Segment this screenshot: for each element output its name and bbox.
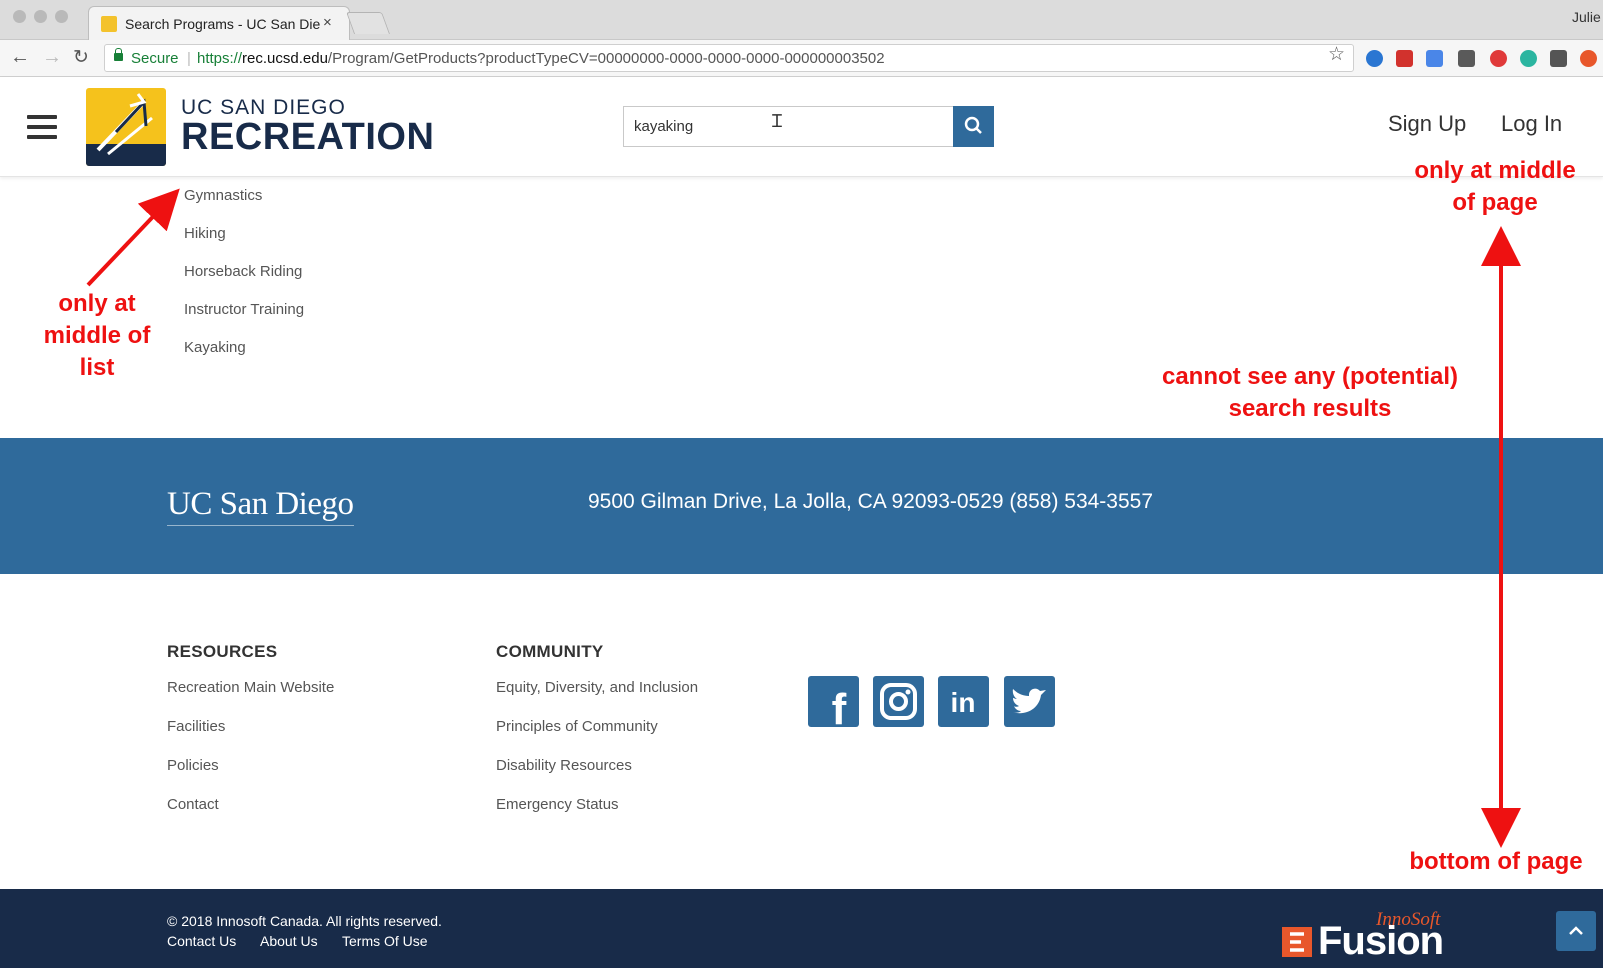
about-us-link[interactable]: About Us — [260, 933, 318, 949]
resources-heading: RESOURCES — [167, 642, 278, 661]
extension-icon[interactable] — [1490, 50, 1507, 67]
url-path: /Program/GetProducts?productTypeCV=00000… — [327, 50, 885, 67]
secure-label: Secure — [131, 50, 179, 67]
category-list: Gymnastics Hiking Horseback Riding Instr… — [184, 187, 304, 377]
reload-icon[interactable]: ↻ — [73, 46, 89, 69]
extension-icon[interactable] — [1396, 50, 1413, 67]
address-band: UC San Diego 9500 Gilman Drive, La Jolla… — [0, 438, 1603, 574]
extension-icon[interactable] — [1458, 50, 1475, 67]
instagram-icon[interactable] — [873, 676, 924, 727]
annotation-page-note: only at middle of page — [1414, 157, 1576, 216]
extension-icon[interactable] — [1366, 50, 1383, 67]
address-separator: | — [187, 50, 191, 67]
twitter-icon[interactable] — [1004, 676, 1055, 727]
recreation-logo-icon[interactable] — [86, 88, 166, 166]
footer-link[interactable]: Disability Resources — [496, 757, 632, 774]
category-item[interactable]: Hiking — [184, 225, 304, 263]
footer-link[interactable]: Policies — [167, 757, 219, 774]
hamburger-menu-icon[interactable] — [27, 115, 57, 139]
browser-window: Search Programs - UC San Die × Julie ← →… — [0, 0, 1603, 968]
search-input[interactable] — [623, 106, 953, 147]
contact-us-link[interactable]: Contact Us — [167, 933, 236, 949]
forward-arrow-icon[interactable]: → — [42, 46, 62, 69]
window-zoom-icon[interactable] — [55, 10, 68, 23]
svg-text:in: in — [951, 687, 976, 718]
copyright-text: © 2018 Innosoft Canada. All rights reser… — [167, 913, 442, 929]
category-item[interactable]: Gymnastics — [184, 187, 304, 225]
search-button[interactable] — [953, 106, 994, 147]
sign-up-link[interactable]: Sign Up — [1388, 111, 1466, 137]
facebook-icon[interactable]: f — [808, 676, 859, 734]
address-bar[interactable]: Secure | https://rec.ucsd.edu/Program/Ge… — [104, 44, 1354, 72]
uc-san-diego-wordmark[interactable]: UC San Diego — [167, 486, 354, 526]
browser-toolbar: ← → ↻ Secure | https://rec.ucsd.edu/Prog… — [0, 40, 1603, 77]
annotation-results-note: cannot see any (potential) search result… — [1161, 363, 1459, 422]
bottom-bar: © 2018 Innosoft Canada. All rights reser… — [0, 889, 1603, 968]
fusion-brand: Fusion — [1318, 919, 1444, 963]
footer-link[interactable]: Principles of Community — [496, 718, 658, 735]
ucsd-favicon-icon — [101, 16, 117, 32]
chevron-up-icon — [1569, 926, 1583, 935]
tab-close-icon[interactable]: × — [323, 14, 332, 31]
extension-icon[interactable] — [1520, 50, 1537, 67]
footer-link[interactable]: Emergency Status — [496, 796, 619, 813]
site-header: UC SAN DIEGO RECREATION Ɪ Sign Up Log In — [0, 77, 1603, 177]
footer-link[interactable]: Equity, Diversity, and Inclusion — [496, 679, 698, 696]
annotation-bottom-note: bottom of page — [1409, 848, 1583, 875]
terms-of-use-link[interactable]: Terms Of Use — [342, 933, 428, 949]
search-icon — [964, 116, 982, 134]
community-heading: COMMUNITY — [496, 642, 604, 661]
log-in-link[interactable]: Log In — [1501, 111, 1562, 137]
bookmark-star-icon[interactable]: ☆ — [1328, 43, 1345, 66]
campus-address: 9500 Gilman Drive, La Jolla, CA 92093-05… — [588, 490, 1154, 513]
back-to-top-button[interactable] — [1556, 911, 1596, 951]
lock-icon — [114, 48, 123, 61]
footer-link[interactable]: Facilities — [167, 718, 225, 735]
url-text[interactable]: https://rec.ucsd.edu/Program/GetProducts… — [197, 50, 885, 67]
extension-icon[interactable] — [1580, 50, 1597, 67]
category-item[interactable]: Kayaking — [184, 339, 304, 377]
url-host: rec.ucsd.edu — [242, 50, 328, 67]
browser-tab-strip: Search Programs - UC San Die × Julie — [0, 0, 1603, 40]
logo-title: RECREATION — [181, 116, 435, 158]
url-scheme: https:// — [197, 50, 243, 67]
tab-title: Search Programs - UC San Die — [125, 16, 321, 32]
window-minimize-icon[interactable] — [34, 10, 47, 23]
extension-icon[interactable] — [1426, 50, 1443, 67]
annotation-arrow-list — [86, 188, 180, 287]
extension-icon[interactable] — [1550, 50, 1567, 67]
new-tab-button[interactable] — [345, 12, 391, 34]
window-close-icon[interactable] — [13, 10, 26, 23]
linkedin-icon[interactable]: in — [938, 676, 989, 727]
fusion-logo-icon — [1282, 927, 1312, 957]
profile-name[interactable]: Julie — [1572, 9, 1601, 25]
back-arrow-icon[interactable]: ← — [10, 46, 30, 69]
annotation-list-note: only at middle of list — [43, 290, 151, 381]
svg-text:f: f — [832, 685, 847, 727]
category-item[interactable]: Instructor Training — [184, 301, 304, 339]
text-cursor-icon: Ɪ — [772, 111, 783, 131]
footer-link[interactable]: Contact — [167, 796, 219, 813]
browser-tab-active[interactable]: Search Programs - UC San Die × — [88, 6, 350, 40]
category-item[interactable]: Horseback Riding — [184, 263, 304, 301]
footer-link[interactable]: Recreation Main Website — [167, 679, 334, 696]
